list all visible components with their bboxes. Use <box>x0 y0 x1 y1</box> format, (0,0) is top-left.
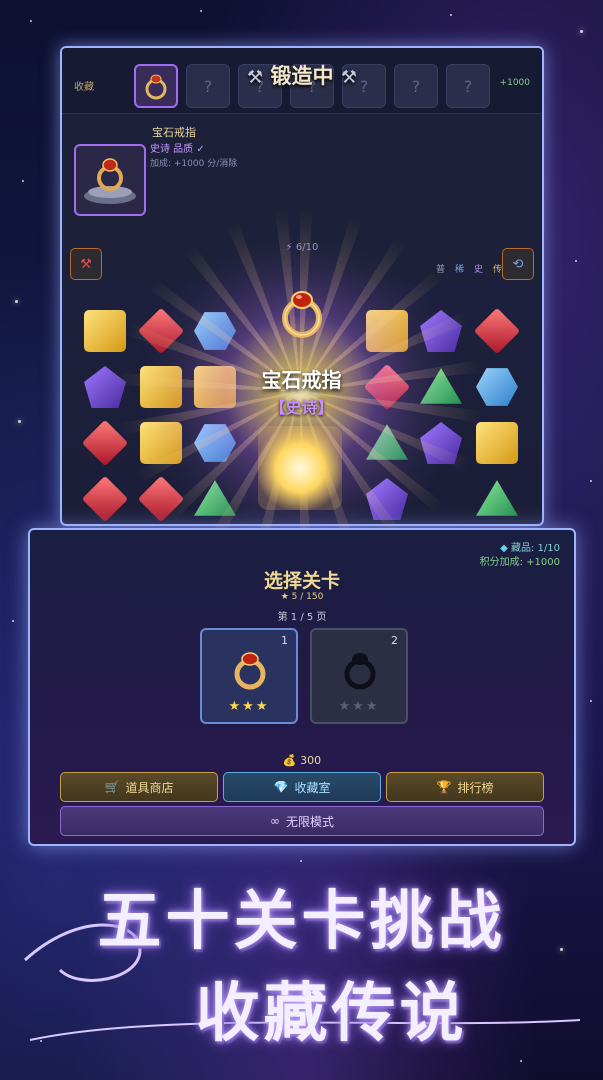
gem-yellow[interactable] <box>140 422 182 464</box>
rarity-epic: 史 <box>473 265 483 275</box>
forging-title: ⚒ 锻造中 ⚒ <box>247 64 357 88</box>
gem-yellow[interactable] <box>366 310 408 352</box>
gem-blue[interactable] <box>194 424 236 462</box>
item-thumbnail <box>74 144 146 216</box>
gem-yellow[interactable] <box>476 422 518 464</box>
total-stars: ★ 5 / 150 <box>280 592 324 602</box>
ring-icon <box>234 652 266 690</box>
locked-ring-icon <box>344 653 376 690</box>
collection-bar: 收藏 ? ? ? ? ? ? +1000 ⚒ 锻造中 ⚒ <box>62 48 542 114</box>
ring-icon <box>282 291 322 338</box>
endless-mode-button[interactable]: ∞ 无限模式 <box>60 806 544 836</box>
level-number: 1 <box>281 634 288 647</box>
coin-balance: 💰 300 <box>282 754 322 767</box>
rarity-common: 普 <box>435 265 445 275</box>
gem-purple[interactable] <box>420 422 462 464</box>
moves-counter: ⚡ 6/10 <box>285 242 319 253</box>
forging-item-info: 宝石戒指 史诗 品质 ✓ 加成: +1000 分/消除 普 稀 史 传 <box>62 114 542 284</box>
gem-red[interactable] <box>81 419 129 467</box>
reward-item-name: 宝石戒指 <box>261 368 342 392</box>
level-card-2[interactable]: 2 ★★★ <box>310 628 408 724</box>
hammer-icon: ⚒ <box>340 67 357 88</box>
leaderboard-button[interactable]: 🏆 排行榜 <box>386 772 544 802</box>
gem-red[interactable] <box>137 307 185 355</box>
shuffle-icon: ⟲ <box>512 256 524 272</box>
diamond-icon: 💎 <box>273 780 289 794</box>
gem-purple[interactable] <box>420 310 462 352</box>
gem-blue[interactable] <box>194 312 236 350</box>
gem-yellow[interactable] <box>84 310 126 352</box>
gem-red[interactable] <box>81 475 129 523</box>
item-shop-button[interactable]: 🛒 道具商店 <box>60 772 218 802</box>
gem-green[interactable] <box>194 480 236 516</box>
cart-icon: 🛒 <box>104 780 120 794</box>
rarity-rare: 稀 <box>454 265 464 275</box>
item-score-bonus: 加成: +1000 分/消除 <box>150 159 238 169</box>
level-number: 2 <box>391 634 398 647</box>
gem-red[interactable] <box>137 475 185 523</box>
hammer-tool-button[interactable]: ⚒ <box>70 248 102 280</box>
collection-room-button[interactable]: 💎 收藏室 <box>223 772 381 802</box>
hammer-icon: ⚒ <box>80 256 92 272</box>
promo-headline-2: 收藏传说 <box>195 976 468 1051</box>
gem-icon: ◆ <box>500 543 508 554</box>
gem-green[interactable] <box>366 424 408 460</box>
hammer-icon: ⚒ <box>247 67 264 88</box>
level-select-title: 选择关卡 <box>263 570 340 592</box>
rarity-legend: 普 稀 史 传 <box>436 262 502 275</box>
item-rarity: 史诗 品质 ✓ <box>150 144 205 155</box>
level-card-1[interactable]: 1 ★★★ <box>200 628 298 724</box>
ring-on-pedestal-icon <box>84 158 136 204</box>
shuffle-tool-button[interactable]: ⟲ <box>502 248 534 280</box>
infinity-icon: ∞ <box>269 814 280 828</box>
trophy-icon: 🏆 <box>436 780 452 794</box>
page-indicator: 第 1 / 5 页 <box>277 612 327 623</box>
gem-purple[interactable] <box>366 478 408 520</box>
promo-headline-1: 五十关卡挑战 <box>97 884 506 959</box>
level-stars: ★★★ <box>228 699 270 714</box>
item-name: 宝石戒指 <box>152 126 196 139</box>
rarity-legendary: 传 <box>492 265 502 275</box>
gem-green[interactable] <box>476 480 518 516</box>
rainbow-icon <box>268 440 332 504</box>
gem-red[interactable] <box>473 307 521 355</box>
level-stars: ★★★ <box>338 699 380 714</box>
reward-item-rarity: 【史诗】 <box>269 398 334 417</box>
level-select-panel: ◆ 藏品: 1/10 积分加成: +1000 选择关卡 ★ 5 / 150 第 … <box>28 528 576 846</box>
